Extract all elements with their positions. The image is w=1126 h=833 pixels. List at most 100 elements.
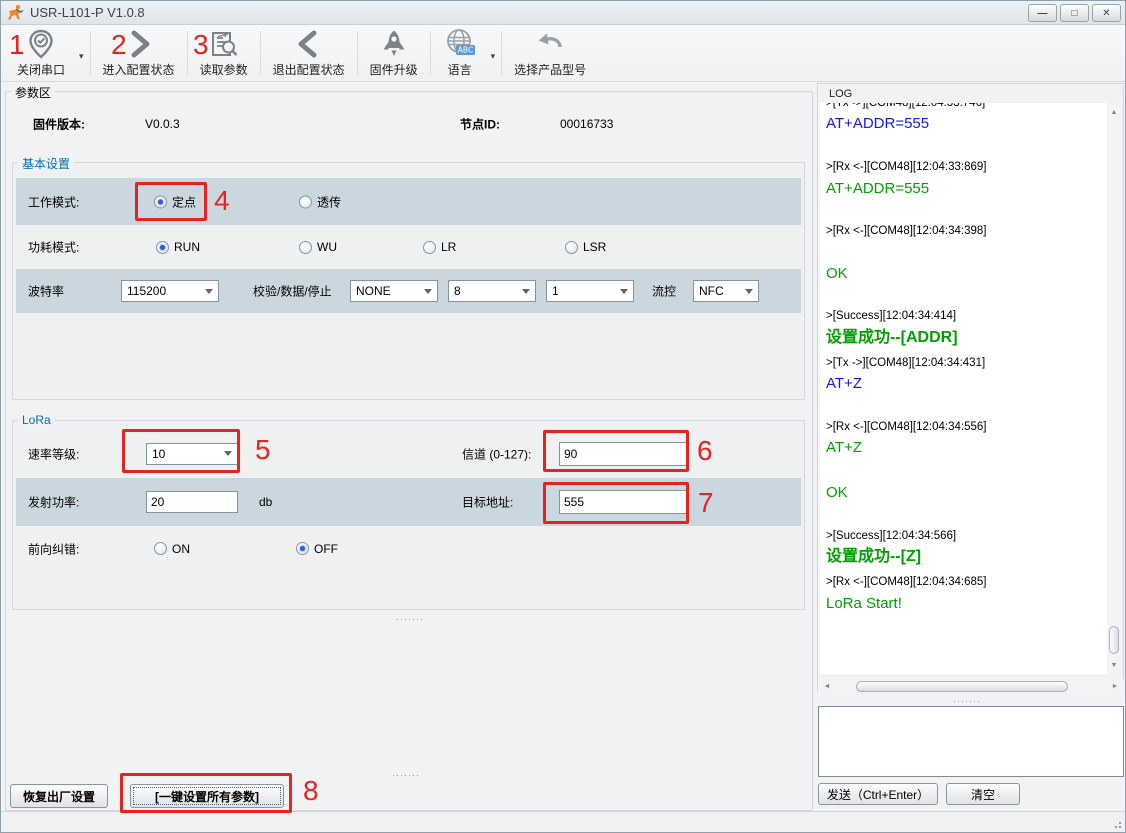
radio-label: OFF [314, 542, 338, 556]
send-button[interactable]: 发送（Ctrl+Enter） [818, 783, 938, 805]
undo-arrow-icon [535, 28, 565, 60]
annotation-number-3: 3 [193, 31, 209, 59]
baud-select[interactable]: 115200 [121, 280, 219, 302]
radio-icon [299, 195, 312, 208]
target-label: 目标地址: [462, 494, 513, 511]
log-line: 设置成功--[Z] [826, 547, 1109, 567]
radio-power-lr[interactable]: LR [423, 240, 456, 254]
radio-label: LR [441, 240, 456, 254]
combo-arrow-icon [522, 289, 530, 294]
toolbar-button-firmware-upgrade[interactable]: 固件升级 [360, 25, 428, 81]
log-line: AT+ADDR=555 [826, 180, 1109, 199]
annotation-box-4 [135, 182, 207, 221]
data-bits-value: 8 [454, 284, 461, 298]
scrollbar-thumb[interactable] [856, 681, 1068, 692]
tx-power-input[interactable]: 20 [146, 491, 238, 513]
toolbar-label: 关闭串口 [17, 61, 65, 78]
splitter-handle[interactable]: ······· [396, 614, 424, 624]
scroll-down-icon[interactable]: ▼ [1107, 658, 1121, 672]
channel-label: 信道 (0-127): [462, 445, 531, 462]
uart-row: 波特率 115200 校验/数据/停止 NONE 8 1 流控 [16, 269, 801, 313]
restore-factory-button[interactable]: 恢复出厂设置 [10, 784, 108, 808]
radio-power-lsr[interactable]: LSR [565, 240, 606, 254]
toolbar-label: 退出配置状态 [273, 61, 345, 78]
chevron-left-icon [296, 28, 322, 60]
log-line: >[Tx ->][COM48][12:04:33:746] [826, 103, 1109, 110]
radio-work-mode-transparent[interactable]: 透传 [299, 193, 341, 210]
toolbar-button-exit-config[interactable]: 退出配置状态 [263, 25, 355, 81]
combo-arrow-icon [205, 289, 213, 294]
parity-label: 校验/数据/停止 [253, 283, 332, 300]
resize-grip-icon[interactable] [1112, 819, 1122, 829]
annotation-number-2: 2 [111, 31, 127, 59]
toolbar-separator [430, 31, 431, 75]
scroll-right-icon[interactable]: ► [1108, 679, 1122, 694]
clear-button[interactable]: 清空 [946, 783, 1020, 805]
firmware-value: V0.0.3 [145, 117, 180, 131]
annotation-number-4: 4 [214, 187, 230, 215]
toolbar-button-language[interactable]: ABC 语言 [433, 25, 487, 81]
tx-power-label: 发射功率: [28, 494, 79, 511]
baud-value: 115200 [127, 284, 166, 298]
flow-label: 流控 [652, 283, 676, 300]
splitter-handle[interactable]: ······· [953, 696, 981, 706]
minimize-button[interactable]: — [1028, 4, 1057, 22]
log-line: OK [826, 265, 1109, 284]
toolbar-label: 固件升级 [370, 61, 418, 78]
toolbar-button-enter-config[interactable]: 进入配置状态 [93, 25, 185, 81]
radio-label: ON [172, 542, 190, 556]
power-mode-label: 功耗模式: [28, 239, 79, 256]
chevron-down-icon[interactable]: ▾ [487, 51, 500, 62]
toolbar-separator [187, 31, 188, 75]
flow-value: NFC [699, 284, 724, 298]
chevron-down-icon[interactable]: ▾ [75, 51, 88, 62]
radio-icon [565, 241, 578, 254]
log-content[interactable]: >[Tx ->][COM48][12:04:33:746] AT+ADDR=555… [820, 103, 1109, 674]
toolbar-button-select-model[interactable]: 选择产品型号 [504, 25, 596, 81]
flow-select[interactable]: NFC [693, 280, 759, 302]
button-label: 恢复出厂设置 [23, 788, 95, 805]
log-horizontal-scrollbar[interactable]: ◄ ► [818, 679, 1124, 694]
log-line: >[Rx <-][COM48][12:04:34:685] [826, 575, 1109, 589]
radio-label: WU [317, 240, 337, 254]
radio-power-wu[interactable]: WU [299, 240, 337, 254]
scrollbar-thumb[interactable] [1109, 626, 1119, 654]
radio-label: LSR [583, 240, 606, 254]
power-mode-row: 功耗模式: RUN WU LR LSR [16, 225, 801, 269]
parity-value: NONE [356, 284, 391, 298]
window-title: USR-L101-P V1.0.8 [30, 5, 145, 20]
data-bits-select[interactable]: 8 [448, 280, 536, 302]
scroll-left-icon[interactable]: ◄ [820, 679, 834, 694]
log-line: >[Rx <-][COM48][12:04:34:398] [826, 224, 1109, 238]
radio-fec-on[interactable]: ON [154, 542, 190, 556]
toolbar-separator [90, 31, 91, 75]
log-vertical-scrollbar[interactable]: ▲ ▼ [1107, 103, 1121, 674]
radio-power-run[interactable]: RUN [156, 240, 200, 254]
parity-select[interactable]: NONE [350, 280, 438, 302]
close-button[interactable]: ✕ [1092, 4, 1121, 22]
doc-search-icon [209, 28, 239, 60]
radio-fec-off[interactable]: OFF [296, 542, 338, 556]
log-line: >[Success][12:04:34:566] [826, 529, 1109, 543]
combo-arrow-icon [745, 289, 753, 294]
annotation-box-5 [122, 429, 240, 473]
app-logo-icon [7, 4, 24, 21]
maximize-button[interactable]: □ [1060, 4, 1089, 22]
toolbar-separator [357, 31, 358, 75]
annotation-box-8 [120, 773, 292, 813]
log-line: >[Success][12:04:34:414] [826, 309, 1109, 323]
annotation-number-5: 5 [255, 436, 271, 464]
stop-bits-select[interactable]: 1 [546, 280, 634, 302]
toolbar: 关闭串口 ▾ 进入配置状态 读取参数 [1, 25, 1125, 82]
log-groupbox: LOG >[Tx ->][COM48][12:04:33:746]AT+ADDR… [817, 83, 1124, 691]
scroll-up-icon[interactable]: ▲ [1107, 105, 1121, 119]
splitter-handle[interactable]: ······· [392, 770, 420, 780]
toolbar-separator [501, 31, 502, 75]
toolbar-label: 进入配置状态 [103, 61, 175, 78]
radio-icon [299, 241, 312, 254]
toolbar-label: 语言 [448, 61, 472, 78]
node-id-label: 节点ID: [460, 116, 500, 133]
log-line: AT+Z [826, 439, 1109, 458]
log-line: LoRa Start! [826, 595, 1109, 614]
send-input[interactable] [818, 706, 1124, 777]
